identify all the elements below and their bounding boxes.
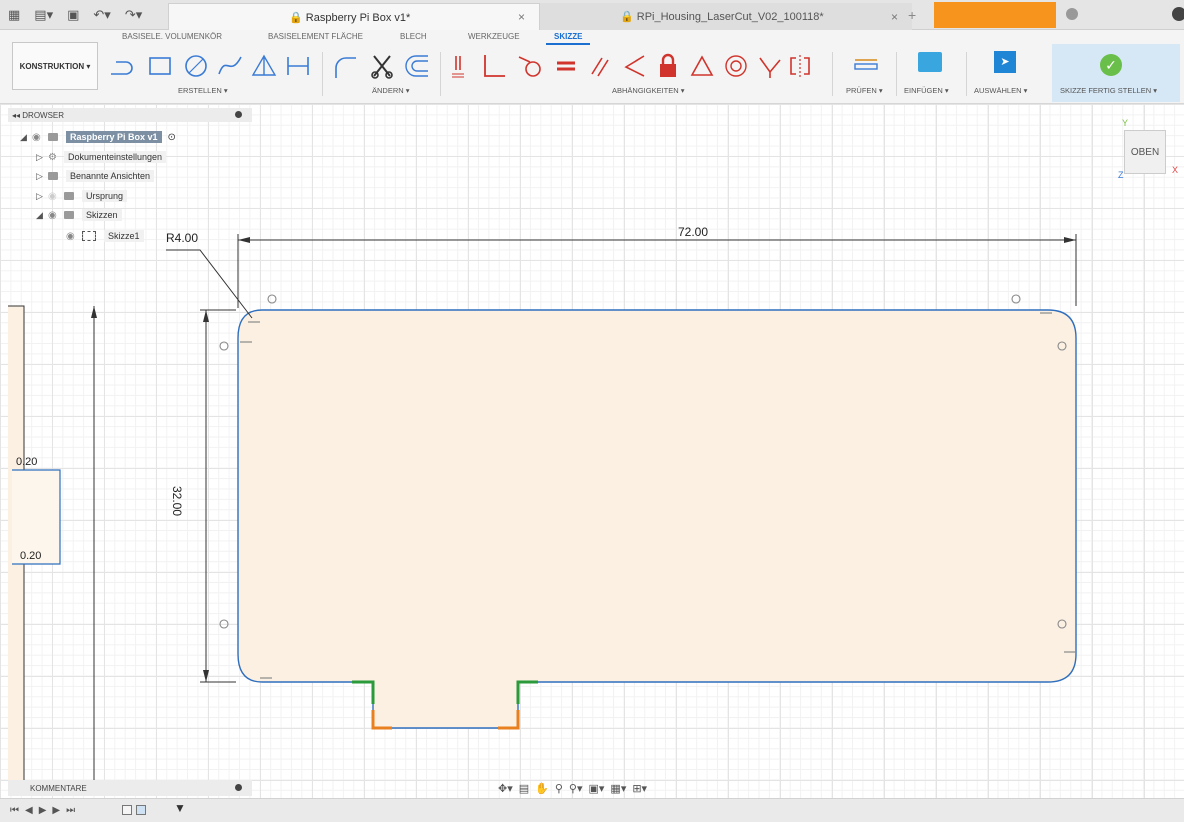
fit-zoom-icon[interactable]: ⚲▾ (569, 782, 583, 795)
radius-leader (166, 249, 253, 319)
zoom-icon[interactable]: ⚲ (555, 782, 563, 795)
collapse-icon[interactable]: ◂◂ (12, 111, 22, 120)
comments-panel[interactable]: KOMMENTARE (8, 780, 252, 796)
component-icon (48, 133, 58, 141)
dimension-label-gap-bottom[interactable]: 0.20 (20, 550, 41, 562)
timeline: ⏮◀▶▶⏭ ▼ (0, 798, 1184, 822)
timeline-marker-icon[interactable]: ▼ (174, 801, 186, 815)
folder-icon (64, 211, 74, 219)
expand-triangle-icon[interactable]: ◢ (36, 210, 48, 221)
visibility-eye-icon[interactable]: ◉ (48, 191, 64, 202)
pin-icon[interactable] (235, 111, 242, 118)
sketch-profile[interactable] (237, 309, 1077, 729)
sketch-geometry (8, 234, 1077, 780)
browser-item-sketch1[interactable]: ◉ Skizze1 (66, 227, 144, 245)
coincident-marker-green[interactable] (516, 680, 538, 704)
gear-icon: ⚙ (48, 151, 57, 163)
browser-item-label: Dokumenteinstellungen (64, 151, 167, 163)
look-at-icon[interactable]: ▤ (519, 782, 529, 795)
timeline-item[interactable] (136, 805, 146, 815)
dimension-arrow (203, 310, 209, 322)
dimension-arrow (91, 306, 97, 318)
comments-label: KOMMENTARE (30, 783, 87, 793)
expand-triangle-icon[interactable]: ▷ (36, 171, 48, 182)
viewcube-face-label: OBEN (1130, 146, 1160, 158)
grid-settings-icon[interactable]: ▦▾ (610, 782, 626, 795)
browser-item-named-views[interactable]: ▷ Benannte Ansichten (36, 167, 155, 185)
dimension-label-height[interactable]: 32.00 (170, 486, 184, 516)
viewports-icon[interactable]: ⊞▾ (632, 782, 647, 795)
activate-radio-icon[interactable]: ⊙ (168, 132, 176, 143)
dimension-label-radius[interactable]: R4.00 (166, 231, 198, 245)
folder-icon (48, 172, 58, 180)
browser-item-label: Ursprung (82, 190, 128, 202)
browser-title: DROWSER (22, 110, 65, 120)
browser-item-label: Benannte Ansichten (66, 170, 155, 182)
expand-triangle-icon[interactable]: ◢ (20, 132, 32, 143)
dimension-arrow (1064, 237, 1076, 243)
browser-root-item[interactable]: ◢ ◉ Raspberry Pi Box v1 ⊙ (20, 128, 176, 146)
expand-triangle-icon[interactable]: ▷ (36, 152, 48, 163)
dimension-arrow (203, 670, 209, 682)
browser-item-document-settings[interactable]: ▷ ⚙ Dokumenteinstellungen (36, 148, 167, 166)
browser-root-label: Raspberry Pi Box v1 (66, 131, 162, 143)
browser-item-origin[interactable]: ▷ ◉ Ursprung (36, 187, 128, 205)
expand-triangle-icon[interactable]: ▷ (36, 191, 48, 202)
pan-hand-icon[interactable]: ✋ (535, 782, 549, 795)
display-settings-icon[interactable]: ▣▾ (589, 782, 605, 795)
pin-icon[interactable] (235, 784, 242, 791)
visibility-eye-icon[interactable]: ◉ (66, 231, 82, 242)
folder-icon (64, 192, 74, 200)
dimension-arrow (238, 237, 250, 243)
browser-item-label: Skizzen (82, 209, 122, 221)
dimension-label-gap-top[interactable]: 0.20 (16, 456, 37, 468)
timeline-item[interactable] (122, 805, 132, 815)
axis-z-label: Z (1118, 170, 1124, 180)
browser-panel-header[interactable]: ◂◂ DROWSER (8, 108, 252, 122)
browser-item-label: Skizze1 (104, 230, 144, 242)
navigation-toolbar: ✥▾ ▤ ✋ ⚲ ⚲▾ ▣▾ ▦▾ ⊞▾ (498, 780, 708, 796)
visibility-eye-icon[interactable]: ◉ (48, 210, 64, 221)
visibility-eye-icon[interactable]: ◉ (32, 132, 48, 143)
orbit-icon[interactable]: ✥▾ (498, 782, 513, 795)
viewcube[interactable]: OBEN (1124, 130, 1166, 174)
axis-y-label: Y (1122, 118, 1129, 128)
browser-item-sketches[interactable]: ◢ ◉ Skizzen (36, 206, 122, 224)
coincident-marker-green[interactable] (352, 680, 375, 704)
dimension-label-width[interactable]: 72.00 (678, 225, 708, 239)
sketch-icon (82, 231, 96, 241)
timeline-playback-controls[interactable]: ⏮◀▶▶⏭ (10, 805, 81, 816)
axis-x-label: X (1172, 165, 1179, 175)
